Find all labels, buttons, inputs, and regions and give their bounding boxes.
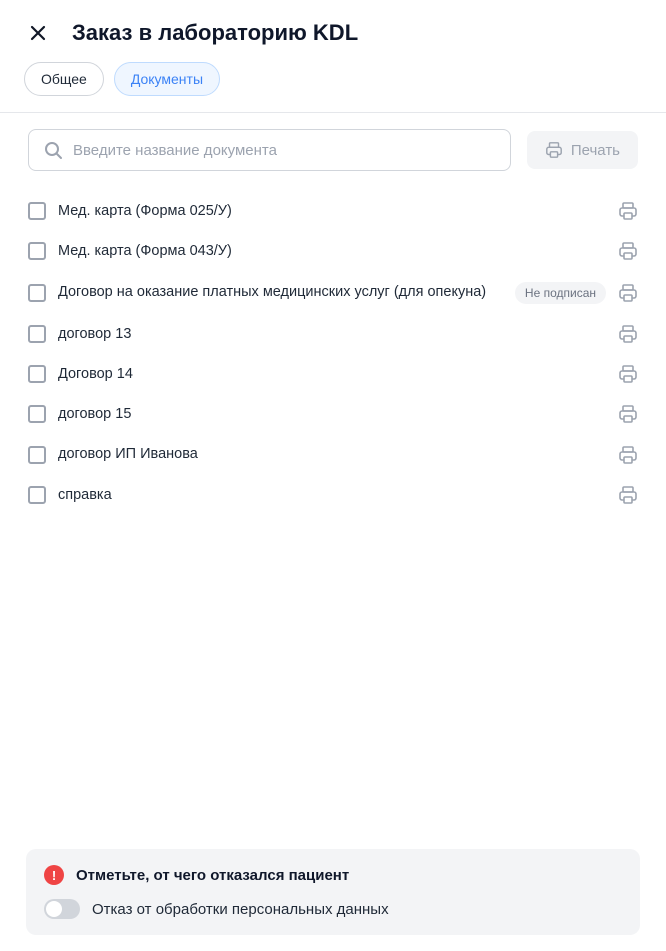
document-checkbox[interactable] xyxy=(28,242,46,260)
print-row-button[interactable] xyxy=(618,283,638,303)
print-icon xyxy=(618,201,638,221)
print-button-label: Печать xyxy=(571,142,620,159)
dialog-header: Заказ в лабораторию KDL xyxy=(0,0,666,62)
print-icon xyxy=(618,485,638,505)
dialog-title: Заказ в лабораторию KDL xyxy=(72,20,358,46)
footer-title: Отметьте, от чего отказался пациент xyxy=(76,867,349,884)
warning-icon: ! xyxy=(44,865,64,885)
document-checkbox[interactable] xyxy=(28,284,46,302)
print-row-button[interactable] xyxy=(618,364,638,384)
close-button[interactable] xyxy=(28,23,48,43)
print-all-button[interactable]: Печать xyxy=(527,131,638,169)
close-icon xyxy=(28,23,48,43)
document-label: Договор 14 xyxy=(58,364,606,384)
print-row-button[interactable] xyxy=(618,201,638,221)
document-label: договор ИП Иванова xyxy=(58,444,606,464)
tab-documents[interactable]: Документы xyxy=(114,62,220,96)
print-icon xyxy=(618,283,638,303)
document-row: Договор 14 xyxy=(28,354,638,394)
status-badge: Не подписан xyxy=(515,282,606,304)
document-checkbox[interactable] xyxy=(28,365,46,383)
document-row: договор ИП Иванова xyxy=(28,434,638,474)
print-row-button[interactable] xyxy=(618,485,638,505)
print-icon xyxy=(545,141,563,159)
tabs: Общее Документы xyxy=(0,62,666,113)
print-icon xyxy=(618,364,638,384)
document-checkbox[interactable] xyxy=(28,325,46,343)
document-checkbox[interactable] xyxy=(28,486,46,504)
toggle-knob xyxy=(46,901,62,917)
tab-general[interactable]: Общее xyxy=(24,62,104,96)
document-label: Мед. карта (Форма 025/У) xyxy=(58,201,606,221)
print-icon xyxy=(618,241,638,261)
document-row: договор 15 xyxy=(28,394,638,434)
search-input[interactable] xyxy=(73,142,496,159)
document-list: Мед. карта (Форма 025/У) Мед. карта (Форм… xyxy=(28,191,638,515)
print-icon xyxy=(618,324,638,344)
document-row: Договор на оказание платных медицинских … xyxy=(28,272,638,314)
print-icon xyxy=(618,445,638,465)
footer-card: ! Отметьте, от чего отказался пациент От… xyxy=(26,849,640,935)
document-checkbox[interactable] xyxy=(28,405,46,423)
toggle-row: Отказ от обработки персональных данных xyxy=(44,899,622,919)
print-row-button[interactable] xyxy=(618,404,638,424)
document-label: справка xyxy=(58,485,606,505)
print-row-button[interactable] xyxy=(618,241,638,261)
document-label: Договор на оказание платных медицинских … xyxy=(58,282,503,302)
document-row: Мед. карта (Форма 043/У) xyxy=(28,231,638,271)
search-row: Печать xyxy=(28,129,638,171)
document-checkbox[interactable] xyxy=(28,446,46,464)
content-area: Печать Мед. карта (Форма 025/У)Мед. карт… xyxy=(0,113,666,833)
document-label: договор 13 xyxy=(58,324,606,344)
search-box[interactable] xyxy=(28,129,511,171)
document-label: Мед. карта (Форма 043/У) xyxy=(58,241,606,261)
document-checkbox[interactable] xyxy=(28,202,46,220)
document-row: договор 13 xyxy=(28,314,638,354)
print-row-button[interactable] xyxy=(618,324,638,344)
print-row-button[interactable] xyxy=(618,445,638,465)
document-row: справка xyxy=(28,475,638,515)
print-icon xyxy=(618,404,638,424)
document-label: договор 15 xyxy=(58,404,606,424)
footer-title-row: ! Отметьте, от чего отказался пациент xyxy=(44,865,622,885)
refusal-toggle[interactable] xyxy=(44,899,80,919)
document-row: Мед. карта (Форма 025/У) xyxy=(28,191,638,231)
toggle-label: Отказ от обработки персональных данных xyxy=(92,901,389,918)
search-icon xyxy=(43,140,63,160)
